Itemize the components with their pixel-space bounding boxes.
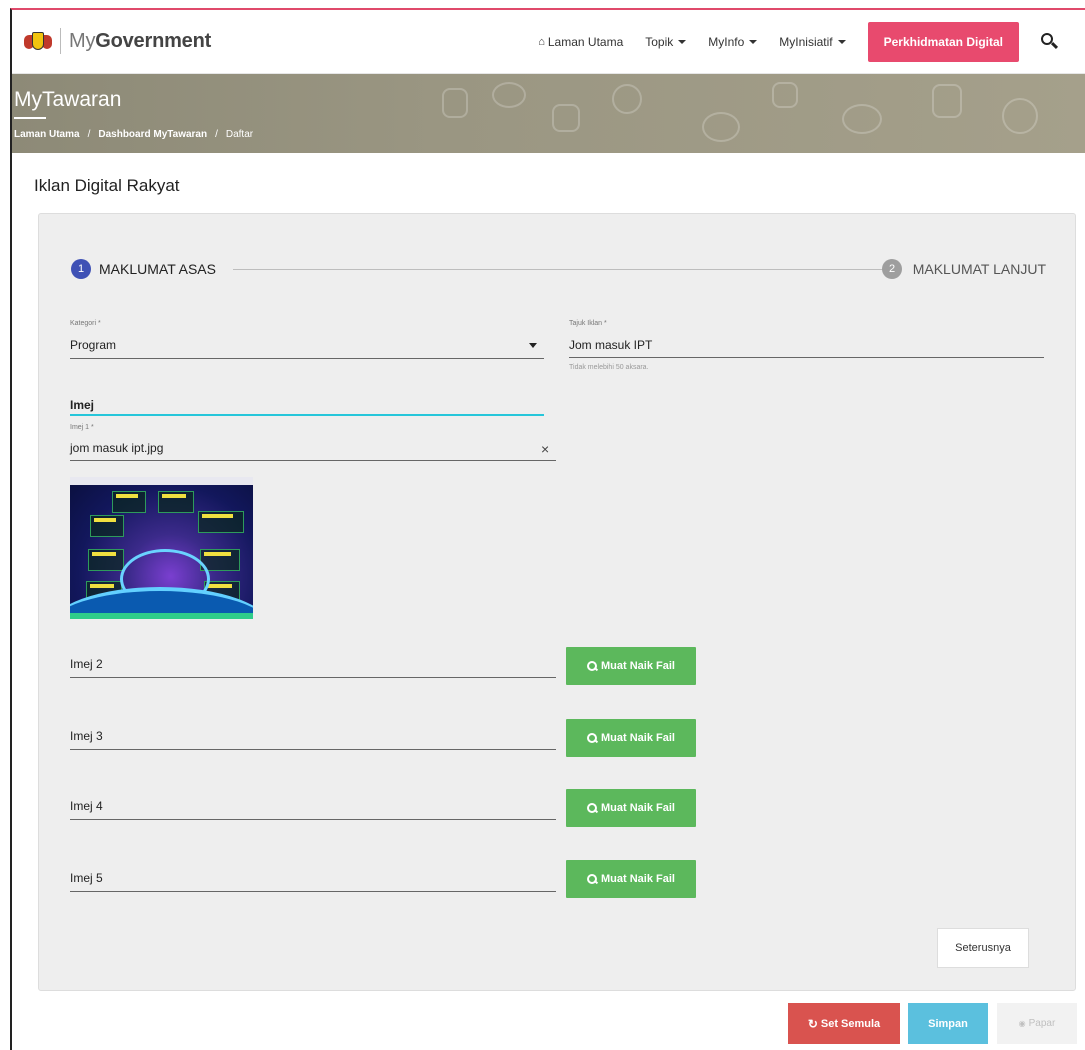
nav-topik-label: Topik [645,35,674,49]
home-icon: ⌂ [538,36,545,48]
kategori-label: Kategori * [70,320,101,327]
imej2-underline [70,677,556,678]
main-nav: ⌂ Laman Utama Topik MyInfo MyInisiatif P… [538,10,1085,74]
seterusnya-button[interactable]: Seterusnya [937,928,1029,968]
decor-icon [442,88,468,118]
imej-section-underline [70,414,544,416]
caret-down-icon [837,40,846,44]
imej3-upload-button[interactable]: Muat Naik Fail [566,719,696,757]
breadcrumb-dashboard[interactable]: Dashboard MyTawaran [98,129,207,140]
mygovernment-logo[interactable]: MyGovernment [24,28,211,54]
top-navbar: MyGovernment ⌂ Laman Utama Topik MyInfo … [12,10,1085,74]
nav-topik[interactable]: Topik [645,35,687,49]
nav-myinisiatif-label: MyInisiatif [779,35,833,49]
imej5-underline [70,891,556,892]
decor-icon [492,82,526,108]
set-semula-button[interactable]: ↻ Set Semula [788,1003,900,1044]
malaysia-crest-icon [24,29,52,53]
imej1-label: Imej 1 * [70,424,94,431]
stepper: 1 MAKLUMAT ASAS 2 MAKLUMAT LANJUT [71,259,1046,279]
kategori-underline [70,358,544,359]
nav-myinisiatif[interactable]: MyInisiatif [779,35,846,49]
step-1-number: 1 [71,259,91,279]
imej5-field[interactable]: Imej 5 [70,871,540,887]
simpan-button[interactable]: Simpan [908,1003,988,1044]
imej-section-heading[interactable]: Imej [70,398,94,412]
imej3-underline [70,749,556,750]
form-card: 1 MAKLUMAT ASAS 2 MAKLUMAT LANJUT Katego… [38,213,1076,991]
step-1-label[interactable]: MAKLUMAT ASAS [99,261,216,277]
step-2-label[interactable]: MAKLUMAT LANJUT [913,261,1046,277]
imej5-upload-button[interactable]: Muat Naik Fail [566,860,696,898]
nav-myinfo-label: MyInfo [708,35,745,49]
papar-label: Papar [1028,1018,1056,1029]
decor-icon [932,84,962,118]
logo-divider [60,28,61,54]
search-icon [587,874,598,884]
search-icon[interactable] [1033,27,1063,57]
imej1-filename[interactable]: jom masuk ipt.jpg [70,441,530,457]
imej5-upload-label: Muat Naik Fail [601,873,675,885]
dropdown-caret-icon [529,343,537,348]
clear-icon[interactable]: × [541,441,549,457]
tajuk-input[interactable]: Jom masuk IPT [569,338,1044,356]
tajuk-underline [569,357,1044,358]
search-icon [587,661,598,671]
nav-laman-utama-label: Laman Utama [547,35,624,49]
imej4-upload-label: Muat Naik Fail [601,802,675,814]
breadcrumb-daftar: Daftar [225,129,254,140]
decor-icon [552,104,580,132]
breadcrumb: Laman Utama / Dashboard MyTawaran / Daftar [14,129,254,140]
caret-down-icon [678,40,687,44]
decor-icon [842,104,882,134]
search-icon [587,733,598,743]
perkhidmatan-digital-button[interactable]: Perkhidmatan Digital [867,22,1019,62]
page-title: Iklan Digital Rakyat [34,176,180,195]
imej3-upload-label: Muat Naik Fail [601,732,675,744]
refresh-icon: ↻ [807,1016,818,1031]
nav-myinfo[interactable]: MyInfo [708,35,758,49]
imej4-field[interactable]: Imej 4 [70,799,540,815]
kategori-select[interactable]: Program [70,338,544,356]
tajuk-label: Tajuk Iklan * [569,320,607,327]
decor-icon [1002,98,1038,134]
decor-icon [612,84,642,114]
breadcrumb-laman-utama[interactable]: Laman Utama [14,129,80,140]
banner-underline [14,117,46,119]
page-banner: MyTawaran Laman Utama / Dashboard MyTawara… [12,74,1085,153]
imej1-underline [70,460,556,461]
imej2-upload-label: Muat Naik Fail [601,660,675,672]
imej2-upload-button[interactable]: Muat Naik Fail [566,647,696,685]
nav-laman-utama[interactable]: ⌂ Laman Utama [538,35,623,49]
caret-down-icon [749,40,758,44]
stepper-connector [233,269,883,270]
imej2-field[interactable]: Imej 2 [70,657,540,673]
logo-wordmark: MyGovernment [69,29,212,52]
imej4-underline [70,819,556,820]
tajuk-hint: Tidak melebihi 50 aksara. [569,364,649,371]
search-icon [587,803,598,813]
papar-button[interactable]: ◉ Papar [997,1003,1077,1044]
app-window: MyGovernment ⌂ Laman Utama Topik MyInfo … [10,8,1085,1050]
decor-icon [702,112,740,142]
step-2-number: 2 [882,259,902,279]
imej4-upload-button[interactable]: Muat Naik Fail [566,789,696,827]
imej1-preview-image [70,477,253,619]
set-semula-label: Set Semula [820,1017,881,1030]
decor-icon [772,82,798,108]
imej3-field[interactable]: Imej 3 [70,729,540,745]
eye-icon: ◉ [1018,1019,1026,1028]
banner-title: MyTawaran [14,88,122,111]
